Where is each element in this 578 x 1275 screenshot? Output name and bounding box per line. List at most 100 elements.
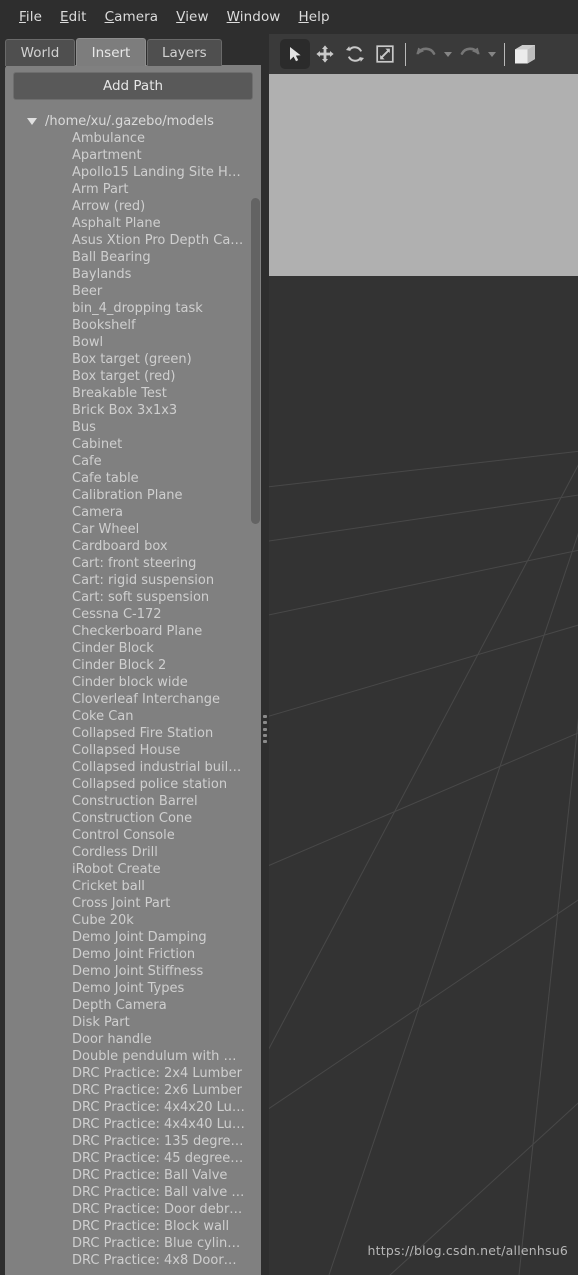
model-tree-item[interactable]: Bowl (13, 334, 253, 351)
model-tree-item[interactable]: iRobot Create (13, 861, 253, 878)
undo-icon (415, 44, 437, 64)
move-icon (315, 44, 335, 64)
model-tree-item[interactable]: Cloverleaf Interchange (13, 691, 253, 708)
model-tree-item[interactable]: DRC Practice: 4x8 Door… (13, 1252, 253, 1269)
model-tree-item[interactable]: DRC Practice: 2x4 Lumber (13, 1065, 253, 1082)
model-tree-item[interactable]: Double pendulum with … (13, 1048, 253, 1065)
model-tree-item[interactable]: Camera (13, 504, 253, 521)
model-tree-item[interactable]: DRC Practice: 135 degre… (13, 1133, 253, 1150)
model-tree-item[interactable]: DRC Practice: Door debr… (13, 1201, 253, 1218)
chevron-down-icon[interactable] (27, 118, 37, 125)
model-tree-item[interactable]: Door handle (13, 1031, 253, 1048)
model-tree-item[interactable]: Arm Part (13, 181, 253, 198)
model-tree-item[interactable]: Cinder Block 2 (13, 657, 253, 674)
translate-tool-button[interactable] (310, 39, 340, 69)
model-tree-item[interactable]: Apartment (13, 147, 253, 164)
menu-item-view[interactable]: View (167, 6, 217, 28)
model-tree-item[interactable]: Demo Joint Types (13, 980, 253, 997)
model-tree-item[interactable]: bin_4_dropping task (13, 300, 253, 317)
right-side: https://blog.csdn.net/allenhsu6 (269, 34, 578, 1275)
model-tree-item[interactable]: Cafe table (13, 470, 253, 487)
model-tree-item[interactable]: Demo Joint Damping (13, 929, 253, 946)
model-tree-item[interactable]: Cart: front steering (13, 555, 253, 572)
menu-item-edit[interactable]: Edit (51, 6, 96, 28)
model-tree-item[interactable]: Construction Barrel (13, 793, 253, 810)
undo-button[interactable] (411, 39, 441, 69)
model-tree-item[interactable]: Asphalt Plane (13, 215, 253, 232)
model-tree-item[interactable]: DRC Practice: 4x4x20 Lu… (13, 1099, 253, 1116)
tab-insert[interactable]: Insert (76, 38, 146, 66)
model-tree-item[interactable]: Demo Joint Stiffness (13, 963, 253, 980)
model-tree-item[interactable]: Collapsed police station (13, 776, 253, 793)
menu-item-camera[interactable]: Camera (96, 6, 168, 28)
model-tree-item[interactable]: Demo Joint Friction (13, 946, 253, 963)
menu-item-file[interactable]: File (10, 6, 51, 28)
model-tree-scrollbar-thumb[interactable] (251, 198, 260, 524)
model-tree-item[interactable]: Baylands (13, 266, 253, 283)
undo-dropdown-arrow[interactable] (441, 39, 455, 69)
model-tree-item[interactable]: DRC Practice: 4x4x40 Lu… (13, 1116, 253, 1133)
tab-world[interactable]: World (5, 39, 75, 66)
model-tree-item[interactable]: Checkerboard Plane (13, 623, 253, 640)
viewport-toolbar (269, 34, 578, 74)
model-tree-item[interactable]: Cart: rigid suspension (13, 572, 253, 589)
model-tree-item[interactable]: Coke Can (13, 708, 253, 725)
model-tree-item[interactable]: DRC Practice: Ball Valve (13, 1167, 253, 1184)
model-tree-item[interactable]: DRC Practice: Blue cylin… (13, 1235, 253, 1252)
model-tree-item[interactable]: Box target (green) (13, 351, 253, 368)
model-tree-item[interactable]: DRC Practice: 2x6 Lumber (13, 1082, 253, 1099)
model-tree-item[interactable]: Brick Box 3x1x3 (13, 402, 253, 419)
redo-button[interactable] (455, 39, 485, 69)
model-tree-item[interactable]: DRC Practice: 45 degree… (13, 1150, 253, 1167)
menu-item-window[interactable]: Window (218, 6, 290, 28)
model-tree-item[interactable]: Construction Cone (13, 810, 253, 827)
insert-panel-body: Add Path /home/xu/.gazebo/models Ambulan… (5, 65, 261, 1275)
model-tree-item[interactable]: Cricket ball (13, 878, 253, 895)
model-tree-item[interactable]: Cross Joint Part (13, 895, 253, 912)
model-tree-item[interactable]: Ball Bearing (13, 249, 253, 266)
model-tree-item[interactable]: Cabinet (13, 436, 253, 453)
model-tree-item[interactable]: Car Wheel (13, 521, 253, 538)
model-tree-item[interactable]: Cessna C-172 (13, 606, 253, 623)
model-tree-item[interactable]: DRC Practice: Block wall (13, 1218, 253, 1235)
box-shape-button[interactable] (510, 39, 540, 69)
model-tree-item[interactable]: Collapsed Fire Station (13, 725, 253, 742)
model-tree-item[interactable]: Bookshelf (13, 317, 253, 334)
model-tree-item[interactable]: Arrow (red) (13, 198, 253, 215)
model-tree-item[interactable]: Cube 20k (13, 912, 253, 929)
model-tree-item[interactable]: Cordless Drill (13, 844, 253, 861)
model-tree-item[interactable]: Apollo15 Landing Site H… (13, 164, 253, 181)
model-tree-item[interactable]: Beer (13, 283, 253, 300)
model-tree-item[interactable]: Collapsed industrial buil… (13, 759, 253, 776)
model-tree-item[interactable]: Calibration Plane (13, 487, 253, 504)
model-tree-item[interactable]: Bus (13, 419, 253, 436)
model-tree-item[interactable]: Cardboard box (13, 538, 253, 555)
model-tree-item[interactable]: Cart: soft suspension (13, 589, 253, 606)
rotate-icon (345, 44, 365, 64)
model-tree-item[interactable]: Cinder Block (13, 640, 253, 657)
model-tree-item[interactable]: Cafe (13, 453, 253, 470)
select-tool-button[interactable] (280, 39, 310, 69)
model-tree-item[interactable]: Depth Camera (13, 997, 253, 1014)
model-tree-item[interactable]: Breakable Test (13, 385, 253, 402)
sky-plane (269, 74, 578, 280)
model-tree-item[interactable]: Asus Xtion Pro Depth Ca… (13, 232, 253, 249)
panel-splitter[interactable] (261, 34, 269, 1275)
model-tree-item[interactable]: Box target (red) (13, 368, 253, 385)
menu-item-help[interactable]: Help (289, 6, 338, 28)
model-tree-scrollbar[interactable] (250, 110, 261, 1273)
model-tree-item[interactable]: DRC Practice: Ball valve … (13, 1184, 253, 1201)
model-tree-item[interactable]: Cinder block wide (13, 674, 253, 691)
redo-dropdown-arrow[interactable] (485, 39, 499, 69)
model-tree-item[interactable]: Ambulance (13, 130, 253, 147)
model-tree-item[interactable]: Disk Part (13, 1014, 253, 1031)
model-tree-item[interactable]: Control Console (13, 827, 253, 844)
add-path-button[interactable]: Add Path (13, 72, 253, 100)
tab-layers[interactable]: Layers (147, 39, 222, 66)
scale-tool-button[interactable] (370, 39, 400, 69)
3d-viewport[interactable]: https://blog.csdn.net/allenhsu6 (269, 74, 578, 1275)
model-tree-root[interactable]: /home/xu/.gazebo/models (13, 113, 253, 130)
rotate-tool-button[interactable] (340, 39, 370, 69)
scale-icon (375, 44, 395, 64)
model-tree-item[interactable]: Collapsed House (13, 742, 253, 759)
